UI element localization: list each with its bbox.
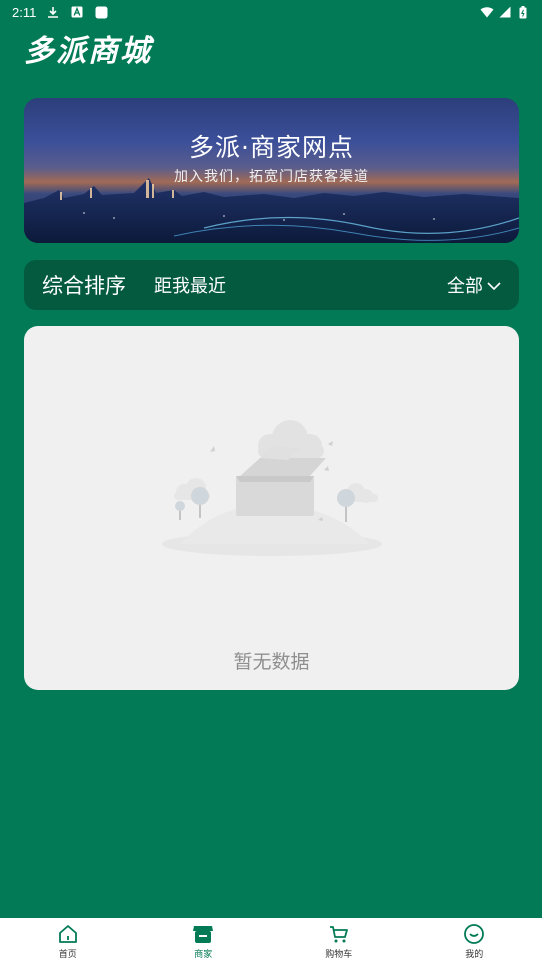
wifi-icon <box>480 5 494 19</box>
tab-home[interactable]: 首页 <box>0 918 136 963</box>
tab-store[interactable]: 商家 <box>136 918 272 963</box>
tab-cart-label: 购物车 <box>325 949 353 960</box>
smile-icon <box>462 922 486 946</box>
sort-comprehensive[interactable]: 综合排序 <box>42 270 126 300</box>
store-list-card: 暂无数据 <box>24 326 519 690</box>
sort-nearest[interactable]: 距我最近 <box>154 272 226 298</box>
status-left: 2:11 <box>12 5 108 20</box>
status-bar: 2:11 <box>0 0 542 24</box>
cart-icon <box>327 922 351 946</box>
tab-store-label: 商家 <box>194 949 213 960</box>
banner[interactable]: 多派·商家网点 加入我们，拓宽门店获客渠道 <box>24 98 519 243</box>
signal-icon <box>498 5 512 19</box>
empty-box-illustration <box>162 420 382 556</box>
tab-mine[interactable]: 我的 <box>407 918 542 963</box>
tab-mine-label: 我的 <box>465 949 484 960</box>
banner-subtitle: 加入我们，拓宽门店获客渠道 <box>174 169 369 185</box>
home-icon <box>56 922 80 946</box>
scope-dropdown[interactable]: 全部 <box>447 272 501 298</box>
filter-bar: 综合排序 距我最近 全部 <box>24 260 519 310</box>
status-right <box>480 5 530 19</box>
battery-icon <box>516 5 530 19</box>
tab-cart[interactable]: 购物车 <box>271 918 407 963</box>
app-title: 多派商城 <box>24 34 152 69</box>
square-icon <box>94 5 108 19</box>
empty-message: 暂无数据 <box>233 651 310 673</box>
bottom-tabbar: 首页 商家 购物车 我的 <box>0 918 542 963</box>
banner-title: 多派·商家网点 <box>189 133 354 162</box>
store-icon <box>191 922 215 946</box>
chevron-down-icon <box>487 275 501 296</box>
download-icon <box>46 5 60 19</box>
tab-home-label: 首页 <box>58 949 77 960</box>
scope-label: 全部 <box>447 276 483 297</box>
status-time: 2:11 <box>12 4 37 20</box>
a-icon <box>70 5 84 19</box>
